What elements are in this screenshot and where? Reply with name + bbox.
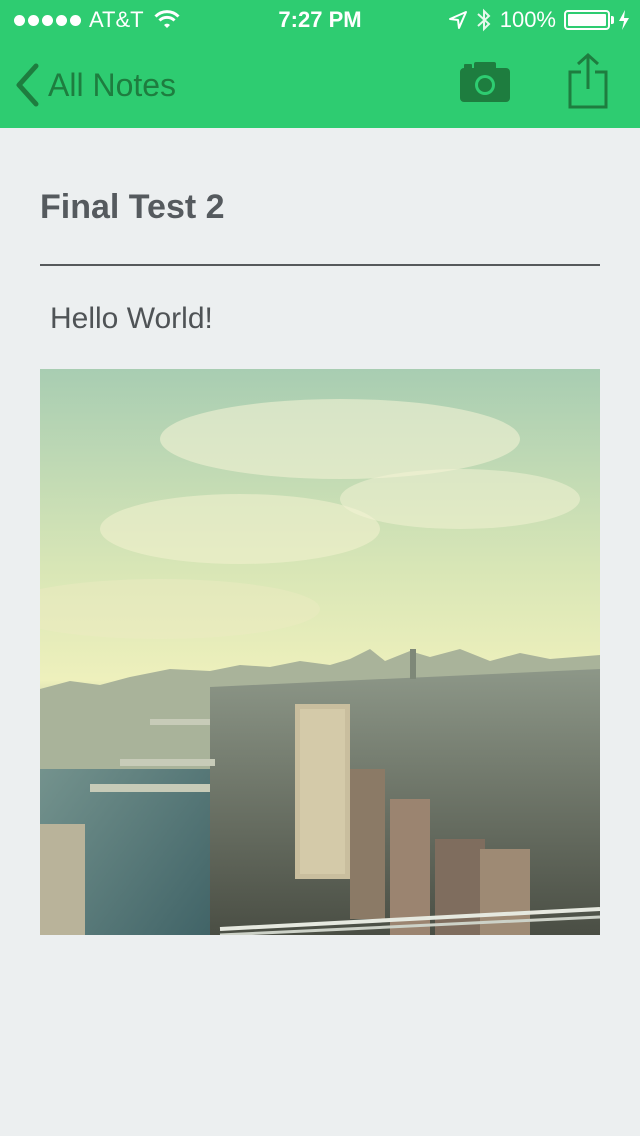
city-skyline-photo — [40, 369, 600, 935]
back-button-label: All Notes — [48, 66, 177, 103]
navigation-bar: All Notes — [0, 40, 640, 128]
title-divider — [40, 264, 600, 266]
battery-icon — [564, 10, 614, 30]
camera-icon — [460, 62, 510, 102]
charging-bolt-icon — [619, 10, 629, 30]
share-button[interactable] — [566, 52, 610, 110]
location-arrow-icon — [448, 11, 467, 29]
battery-percent: 100% — [499, 7, 556, 32]
chevron-left-icon — [16, 63, 39, 107]
camera-button[interactable] — [458, 58, 512, 106]
status-right: 100% — [448, 7, 630, 33]
back-button[interactable]: All Notes — [14, 60, 176, 110]
share-icon — [568, 52, 608, 109]
note-image-attachment[interactable] — [40, 369, 600, 935]
status-bar: AT&T 7:27 PM 100% — [0, 0, 640, 40]
bluetooth-icon — [477, 8, 491, 32]
note-title[interactable]: Final Test 2 — [40, 188, 225, 227]
note-body[interactable]: Hello World! — [50, 302, 213, 336]
